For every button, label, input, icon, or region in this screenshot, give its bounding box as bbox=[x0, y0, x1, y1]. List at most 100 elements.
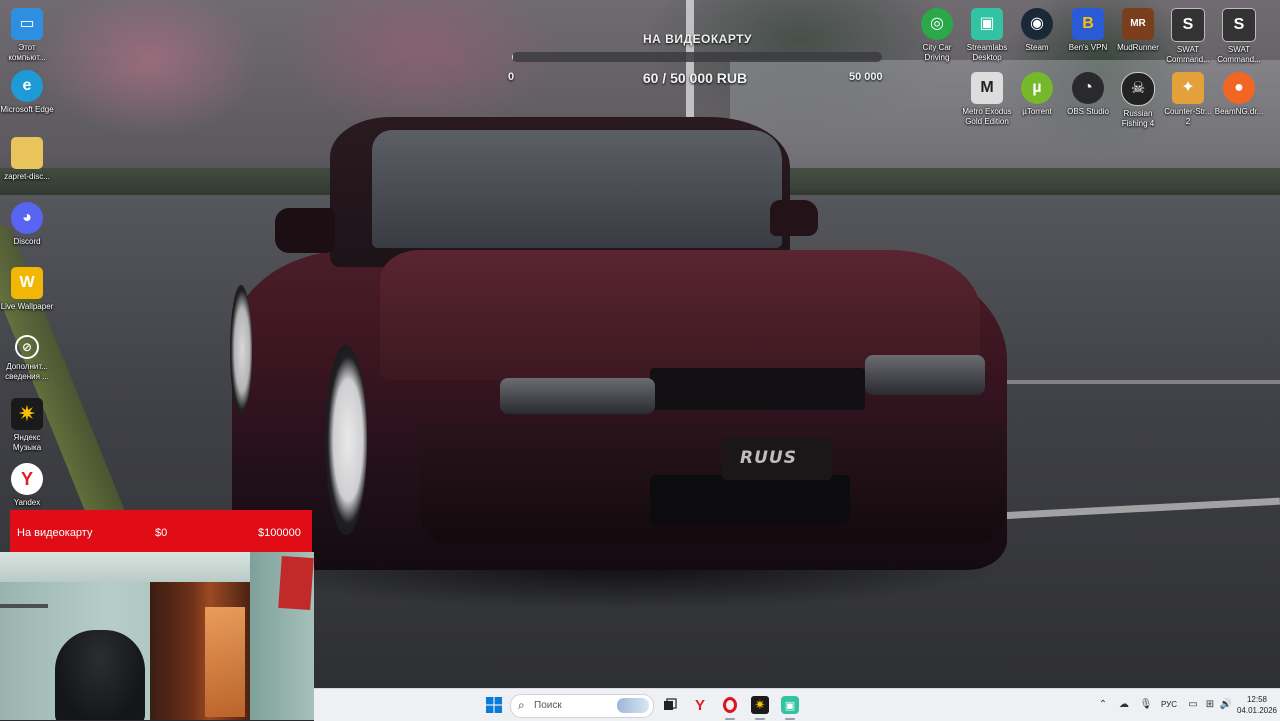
taskbar-yandex-browser[interactable]: Y bbox=[688, 693, 712, 717]
car-headlight bbox=[865, 355, 985, 395]
task-view-button[interactable] bbox=[658, 693, 682, 717]
desktop-icon-label: Counter-Str... 2 bbox=[1164, 107, 1212, 126]
desktop-icon-yandex[interactable]: Y Yandex bbox=[0, 463, 54, 508]
desktop-icon-label: µTorrent bbox=[1022, 107, 1052, 116]
car-mirror bbox=[770, 200, 818, 236]
desktop-icon-swat-1[interactable]: S SWAT Command... bbox=[1161, 8, 1215, 65]
car-plate-text: RUUS bbox=[740, 448, 797, 468]
yandex-browser-icon: Y bbox=[11, 463, 43, 495]
desktop-icon-steam[interactable]: ◉ Steam bbox=[1010, 8, 1064, 53]
donation-banner-target: $100000 bbox=[258, 527, 301, 539]
webcam-red-object bbox=[278, 555, 314, 611]
city-car-driving-icon: ◎ bbox=[921, 8, 953, 40]
desktop-icon-utorrent[interactable]: µ µTorrent bbox=[1010, 72, 1064, 117]
desktop-icon-label: Live Wallpaper bbox=[0, 302, 54, 311]
desktop-icon-this-pc[interactable]: ▭ Этот компьют... bbox=[0, 8, 54, 63]
webcam-overlay bbox=[0, 552, 314, 720]
desktop-icon-label: SWAT Command... bbox=[1217, 45, 1261, 64]
taskbar-search-box[interactable]: ⌕ Поиск bbox=[510, 694, 654, 718]
taskbar: ⌕ Поиск Y ✷ ▣ ⌃ ☁ 🎙 РУС ▭ ⊞ 🔊 12:58 04.0… bbox=[314, 688, 1280, 721]
taskbar-opera[interactable] bbox=[718, 693, 742, 717]
desktop-icon-label: zapret-disc... bbox=[4, 172, 50, 181]
windows-logo-icon bbox=[486, 697, 502, 713]
tray-display-icon[interactable]: ▭ bbox=[1186, 698, 1200, 712]
desktop-icon-zapret[interactable]: zapret-disc... bbox=[0, 137, 54, 182]
yandex-music-icon: ✷ bbox=[11, 398, 43, 430]
obs-icon: ◔ bbox=[1072, 72, 1104, 104]
beamng-icon: ● bbox=[1223, 72, 1255, 104]
goal-min-label: 0 bbox=[508, 71, 515, 83]
desktop-icon-label: Discord bbox=[13, 237, 41, 246]
desktop-icon-mudrunner[interactable]: MR MudRunner bbox=[1111, 8, 1165, 53]
mudrunner-icon: MR bbox=[1122, 8, 1154, 40]
desktop-icon-russian-fishing[interactable]: ☠ Russian Fishing 4 bbox=[1111, 72, 1165, 129]
car-wheel bbox=[325, 345, 367, 535]
desktop-icon-label: Ben's VPN bbox=[1068, 43, 1108, 52]
metro-exodus-icon: M bbox=[971, 72, 1003, 104]
desktop-icon-label: Дополнит... сведения ... bbox=[5, 362, 49, 381]
desktop-icon-label: Russian Fishing 4 bbox=[1121, 109, 1155, 128]
car-intake bbox=[650, 475, 850, 525]
desktop-icon-live-wallpaper[interactable]: W Live Wallpaper bbox=[0, 267, 54, 312]
donation-banner-label: На видеокарту bbox=[17, 527, 93, 539]
donation-banner-current: $0 bbox=[155, 527, 168, 539]
this-pc-icon: ▭ bbox=[11, 8, 43, 40]
desktop-icon-label: OBS Studio bbox=[1067, 107, 1109, 116]
start-button[interactable] bbox=[482, 693, 506, 717]
goal-progress-bar bbox=[512, 52, 882, 62]
car-grille bbox=[650, 368, 865, 410]
desktop-icon-obs[interactable]: ◔ OBS Studio bbox=[1061, 72, 1115, 117]
goal-progress-text: 60 / 50 000 RUB bbox=[642, 70, 748, 86]
tray-network-icon[interactable]: ⊞ bbox=[1203, 698, 1217, 712]
desktop-icon-streamlabs[interactable]: ▣ Streamlabs Desktop bbox=[960, 8, 1014, 63]
utorrent-icon: µ bbox=[1021, 72, 1053, 104]
live-wallpaper-icon: W bbox=[11, 267, 43, 299]
webcam-door-light bbox=[205, 607, 245, 717]
desktop-icon-yandex-music[interactable]: ✷ Яндекс Музыка bbox=[0, 398, 54, 453]
desktop-icon-label: Steam bbox=[1025, 43, 1049, 52]
desktop-icon-metro-exodus[interactable]: M Metro Exodus Gold Edition bbox=[960, 72, 1014, 127]
parking-line bbox=[990, 380, 1280, 384]
car-headlight bbox=[500, 378, 655, 414]
search-icon: ⌕ bbox=[518, 698, 525, 712]
tray-date: 04.01.2026 bbox=[1236, 706, 1278, 715]
goal-max-label: 50 000 bbox=[849, 71, 883, 83]
desktop-icon-label: Yandex bbox=[13, 498, 41, 507]
tray-volume-icon[interactable]: 🔊 bbox=[1219, 698, 1233, 712]
search-highlight-image bbox=[617, 698, 649, 713]
desktop-icon-label: Microsoft Edge bbox=[0, 105, 54, 114]
desktop-icon-beamng[interactable]: ● BeamNG.dr... bbox=[1212, 72, 1266, 117]
desktop-icon-vpn[interactable]: B Ben's VPN bbox=[1061, 8, 1115, 53]
tray-microphone-icon[interactable]: 🎙 bbox=[1139, 698, 1153, 712]
goal-progress-fill bbox=[512, 52, 514, 62]
desktop-icon-city-car-driving[interactable]: ◎ City Car Driving bbox=[910, 8, 964, 63]
tray-cloud-icon[interactable]: ☁ bbox=[1117, 698, 1131, 712]
desktop-icon-label: BeamNG.dr... bbox=[1214, 107, 1264, 116]
taskbar-streamlabs[interactable]: ▣ bbox=[778, 693, 802, 717]
streamlabs-icon: ▣ bbox=[781, 696, 799, 714]
desktop-icon-edge[interactable]: e Microsoft Edge bbox=[0, 70, 54, 115]
desktop-icon-label: MudRunner bbox=[1117, 43, 1159, 52]
yandex-browser-icon: Y bbox=[694, 696, 705, 714]
swat-icon: S bbox=[1222, 8, 1256, 42]
desktop-icon-counter-strike[interactable]: ✦ Counter-Str... 2 bbox=[1161, 72, 1215, 127]
desktop-icon-discord[interactable]: ◕ Discord bbox=[0, 202, 54, 247]
webcam-shelf bbox=[0, 604, 48, 608]
tray-clock[interactable]: 12:58 04.01.2026 bbox=[1234, 694, 1280, 716]
desktop-icon-swat-2[interactable]: S SWAT Command... bbox=[1212, 8, 1266, 65]
taskbar-yandex-music[interactable]: ✷ bbox=[748, 693, 772, 717]
info-icon: ⊘ bbox=[15, 335, 39, 359]
tray-language[interactable]: РУС bbox=[1161, 700, 1177, 709]
task-view-icon bbox=[664, 698, 677, 710]
tray-overflow-chevron-icon[interactable]: ⌃ bbox=[1096, 698, 1110, 712]
russian-fishing-icon: ☠ bbox=[1121, 72, 1155, 106]
yandex-music-icon: ✷ bbox=[751, 696, 769, 714]
donation-banner: На видеокарту $0 $100000 bbox=[10, 510, 312, 552]
car-windshield bbox=[372, 130, 782, 248]
desktop-icon-info[interactable]: ⊘ Дополнит... сведения ... bbox=[0, 335, 54, 382]
discord-icon: ◕ bbox=[11, 202, 43, 234]
car-wheel bbox=[230, 285, 252, 415]
folder-icon bbox=[11, 137, 43, 169]
swat-icon: S bbox=[1171, 8, 1205, 42]
desktop-icon-label: Metro Exodus Gold Edition bbox=[962, 107, 1012, 126]
